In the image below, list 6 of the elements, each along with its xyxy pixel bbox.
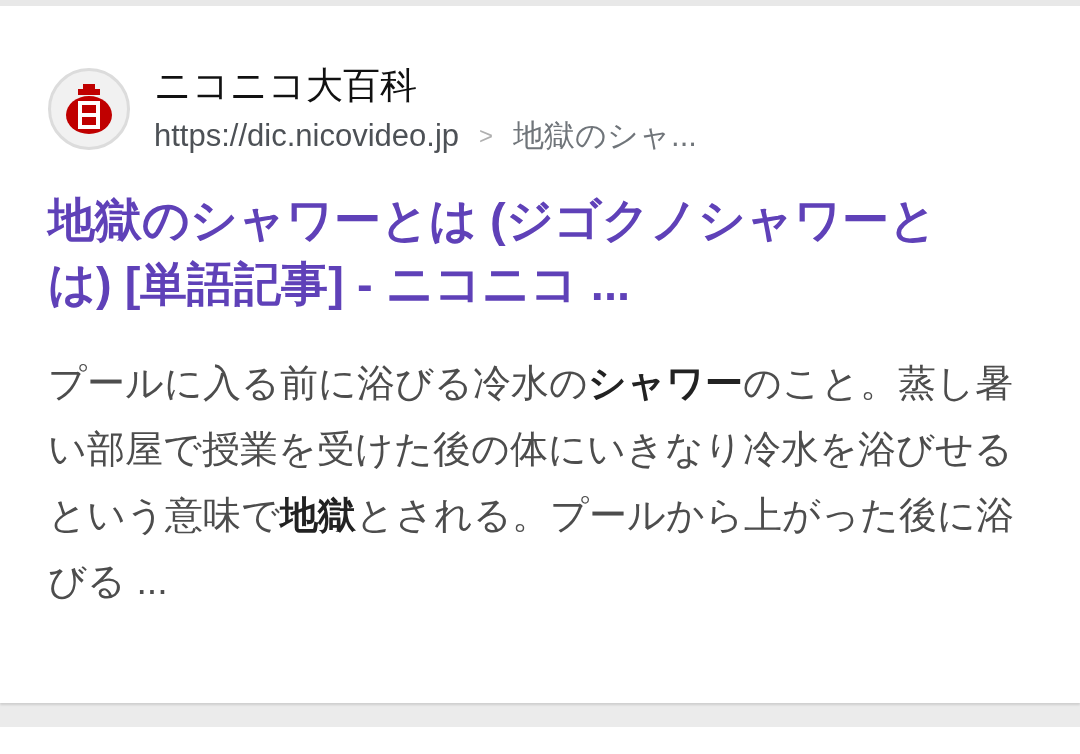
- breadcrumb-separator: >: [479, 121, 494, 151]
- breadcrumb: 地獄のシャ...: [513, 117, 697, 155]
- site-url: https://dic.nicovideo.jp: [154, 117, 459, 155]
- result-title-link[interactable]: 地獄のシャワーとは (ジゴクノシャワーとは) [単語記事] - ニコニコ ...: [48, 188, 993, 316]
- site-name: ニコニコ大百科: [154, 64, 418, 108]
- result-snippet: プールに入る前に浴びる冷水のシャワーのこと。蒸し暑い部屋で授業を受けた後の体にいきなり冷水を浴びせるという意味で地獄とされる。プールから上がった後に浴びる ...: [48, 361, 1015, 604]
